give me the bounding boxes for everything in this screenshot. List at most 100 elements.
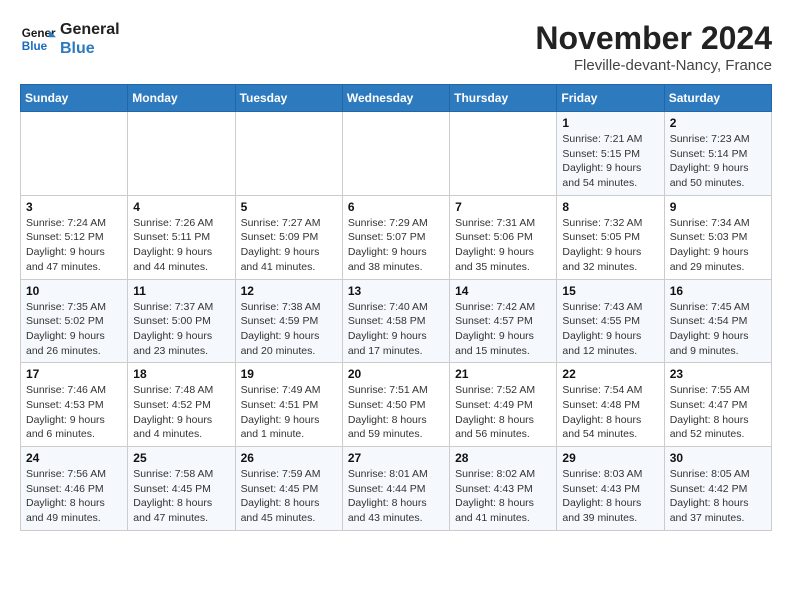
calendar-cell xyxy=(21,112,128,196)
day-number: 16 xyxy=(670,284,766,298)
logo-blue: Blue xyxy=(60,39,120,58)
day-number: 12 xyxy=(241,284,337,298)
day-number: 6 xyxy=(348,200,444,214)
day-info: Sunrise: 7:32 AM Sunset: 5:05 PM Dayligh… xyxy=(562,216,658,275)
weekday-header-sunday: Sunday xyxy=(21,85,128,112)
calendar-cell: 7 Sunrise: 7:31 AM Sunset: 5:06 PM Daylig… xyxy=(450,195,557,279)
day-info: Sunrise: 7:24 AM Sunset: 5:12 PM Dayligh… xyxy=(26,216,122,275)
weekday-header-wednesday: Wednesday xyxy=(342,85,449,112)
day-number: 27 xyxy=(348,451,444,465)
day-number: 14 xyxy=(455,284,551,298)
calendar-cell: 29 Sunrise: 8:03 AM Sunset: 4:43 PM Dayli… xyxy=(557,447,664,531)
day-info: Sunrise: 7:40 AM Sunset: 4:58 PM Dayligh… xyxy=(348,300,444,359)
calendar-cell: 22 Sunrise: 7:54 AM Sunset: 4:48 PM Dayli… xyxy=(557,363,664,447)
day-info: Sunrise: 8:02 AM Sunset: 4:43 PM Dayligh… xyxy=(455,467,551,526)
calendar-cell: 15 Sunrise: 7:43 AM Sunset: 4:55 PM Dayli… xyxy=(557,279,664,363)
day-number: 1 xyxy=(562,116,658,130)
weekday-header-tuesday: Tuesday xyxy=(235,85,342,112)
day-info: Sunrise: 7:55 AM Sunset: 4:47 PM Dayligh… xyxy=(670,383,766,442)
calendar-cell: 6 Sunrise: 7:29 AM Sunset: 5:07 PM Daylig… xyxy=(342,195,449,279)
calendar-cell: 11 Sunrise: 7:37 AM Sunset: 5:00 PM Dayli… xyxy=(128,279,235,363)
calendar-cell: 9Sunrise: 7:34 AM Sunset: 5:03 PM Daylig… xyxy=(664,195,771,279)
day-number: 5 xyxy=(241,200,337,214)
day-info: Sunrise: 7:43 AM Sunset: 4:55 PM Dayligh… xyxy=(562,300,658,359)
calendar-cell: 10 Sunrise: 7:35 AM Sunset: 5:02 PM Dayli… xyxy=(21,279,128,363)
day-info: Sunrise: 7:26 AM Sunset: 5:11 PM Dayligh… xyxy=(133,216,229,275)
day-info: Sunrise: 8:01 AM Sunset: 4:44 PM Dayligh… xyxy=(348,467,444,526)
day-number: 2 xyxy=(670,116,766,130)
day-info: Sunrise: 7:59 AM Sunset: 4:45 PM Dayligh… xyxy=(241,467,337,526)
weekday-header-friday: Friday xyxy=(557,85,664,112)
calendar-cell: 13Sunrise: 7:40 AM Sunset: 4:58 PM Dayli… xyxy=(342,279,449,363)
calendar-cell: 30Sunrise: 8:05 AM Sunset: 4:42 PM Dayli… xyxy=(664,447,771,531)
day-number: 9 xyxy=(670,200,766,214)
day-info: Sunrise: 8:05 AM Sunset: 4:42 PM Dayligh… xyxy=(670,467,766,526)
day-number: 15 xyxy=(562,284,658,298)
day-info: Sunrise: 8:03 AM Sunset: 4:43 PM Dayligh… xyxy=(562,467,658,526)
day-number: 10 xyxy=(26,284,122,298)
day-number: 11 xyxy=(133,284,229,298)
logo: General Blue General Blue xyxy=(20,20,120,58)
day-info: Sunrise: 7:31 AM Sunset: 5:06 PM Dayligh… xyxy=(455,216,551,275)
day-info: Sunrise: 7:38 AM Sunset: 4:59 PM Dayligh… xyxy=(241,300,337,359)
day-number: 20 xyxy=(348,367,444,381)
day-number: 8 xyxy=(562,200,658,214)
calendar-cell: 19 Sunrise: 7:49 AM Sunset: 4:51 PM Dayli… xyxy=(235,363,342,447)
month-title: November 2024 xyxy=(535,20,772,57)
calendar-cell: 5 Sunrise: 7:27 AM Sunset: 5:09 PM Daylig… xyxy=(235,195,342,279)
calendar-cell: 17 Sunrise: 7:46 AM Sunset: 4:53 PM Dayli… xyxy=(21,363,128,447)
calendar-cell: 3Sunrise: 7:24 AM Sunset: 5:12 PM Daylig… xyxy=(21,195,128,279)
calendar-cell xyxy=(342,112,449,196)
svg-text:Blue: Blue xyxy=(22,40,48,53)
day-info: Sunrise: 7:37 AM Sunset: 5:00 PM Dayligh… xyxy=(133,300,229,359)
title-area: November 2024 Fleville-devant-Nancy, Fra… xyxy=(535,20,772,74)
calendar-cell: 8 Sunrise: 7:32 AM Sunset: 5:05 PM Daylig… xyxy=(557,195,664,279)
weekday-header-saturday: Saturday xyxy=(664,85,771,112)
day-info: Sunrise: 7:35 AM Sunset: 5:02 PM Dayligh… xyxy=(26,300,122,359)
day-info: Sunrise: 7:48 AM Sunset: 4:52 PM Dayligh… xyxy=(133,383,229,442)
day-number: 25 xyxy=(133,451,229,465)
calendar-header: SundayMondayTuesdayWednesdayThursdayFrid… xyxy=(21,85,772,112)
day-info: Sunrise: 7:45 AM Sunset: 4:54 PM Dayligh… xyxy=(670,300,766,359)
day-number: 29 xyxy=(562,451,658,465)
calendar-cell: 14 Sunrise: 7:42 AM Sunset: 4:57 PM Dayli… xyxy=(450,279,557,363)
day-info: Sunrise: 7:46 AM Sunset: 4:53 PM Dayligh… xyxy=(26,383,122,442)
page-header: General Blue General Blue November 2024 … xyxy=(20,20,772,74)
day-info: Sunrise: 7:51 AM Sunset: 4:50 PM Dayligh… xyxy=(348,383,444,442)
calendar-cell: 16 Sunrise: 7:45 AM Sunset: 4:54 PM Dayli… xyxy=(664,279,771,363)
day-info: Sunrise: 7:29 AM Sunset: 5:07 PM Dayligh… xyxy=(348,216,444,275)
day-info: Sunrise: 7:49 AM Sunset: 4:51 PM Dayligh… xyxy=(241,383,337,442)
weekday-header-monday: Monday xyxy=(128,85,235,112)
calendar-cell xyxy=(128,112,235,196)
day-info: Sunrise: 7:58 AM Sunset: 4:45 PM Dayligh… xyxy=(133,467,229,526)
calendar-cell: 4 Sunrise: 7:26 AM Sunset: 5:11 PM Daylig… xyxy=(128,195,235,279)
day-number: 19 xyxy=(241,367,337,381)
day-number: 17 xyxy=(26,367,122,381)
day-number: 4 xyxy=(133,200,229,214)
logo-general: General xyxy=(60,20,120,39)
logo-icon: General Blue xyxy=(20,21,56,57)
day-number: 7 xyxy=(455,200,551,214)
calendar-cell: 24 Sunrise: 7:56 AM Sunset: 4:46 PM Dayli… xyxy=(21,447,128,531)
day-info: Sunrise: 7:54 AM Sunset: 4:48 PM Dayligh… xyxy=(562,383,658,442)
day-info: Sunrise: 7:52 AM Sunset: 4:49 PM Dayligh… xyxy=(455,383,551,442)
calendar-cell xyxy=(235,112,342,196)
day-info: Sunrise: 7:21 AM Sunset: 5:15 PM Dayligh… xyxy=(562,132,658,191)
day-number: 23 xyxy=(670,367,766,381)
day-number: 22 xyxy=(562,367,658,381)
day-info: Sunrise: 7:23 AM Sunset: 5:14 PM Dayligh… xyxy=(670,132,766,191)
calendar-cell: 28Sunrise: 8:02 AM Sunset: 4:43 PM Dayli… xyxy=(450,447,557,531)
calendar-cell: 18Sunrise: 7:48 AM Sunset: 4:52 PM Dayli… xyxy=(128,363,235,447)
calendar-cell xyxy=(450,112,557,196)
day-number: 24 xyxy=(26,451,122,465)
location-title: Fleville-devant-Nancy, France xyxy=(535,57,772,74)
day-info: Sunrise: 7:27 AM Sunset: 5:09 PM Dayligh… xyxy=(241,216,337,275)
calendar-cell: 27 Sunrise: 8:01 AM Sunset: 4:44 PM Dayli… xyxy=(342,447,449,531)
day-number: 26 xyxy=(241,451,337,465)
weekday-header-thursday: Thursday xyxy=(450,85,557,112)
calendar-cell: 12 Sunrise: 7:38 AM Sunset: 4:59 PM Dayli… xyxy=(235,279,342,363)
day-info: Sunrise: 7:42 AM Sunset: 4:57 PM Dayligh… xyxy=(455,300,551,359)
calendar-cell: 20 Sunrise: 7:51 AM Sunset: 4:50 PM Dayli… xyxy=(342,363,449,447)
day-info: Sunrise: 7:56 AM Sunset: 4:46 PM Dayligh… xyxy=(26,467,122,526)
calendar-cell: 23 Sunrise: 7:55 AM Sunset: 4:47 PM Dayli… xyxy=(664,363,771,447)
